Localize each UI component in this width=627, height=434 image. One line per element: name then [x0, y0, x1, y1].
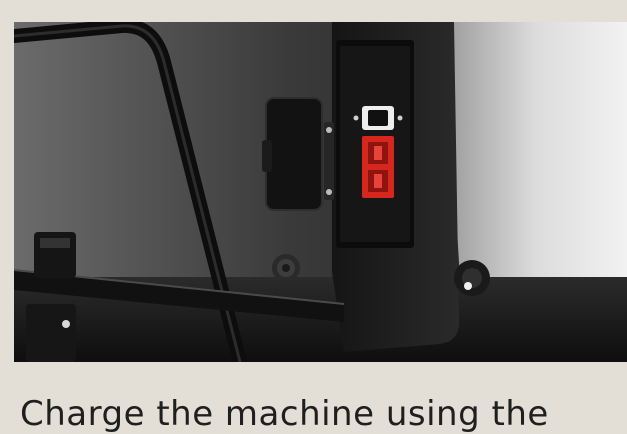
round-port-icon — [454, 260, 490, 296]
red-connector-icon — [362, 136, 394, 198]
machine-side-illustration — [14, 22, 627, 362]
instruction-slide: Charge the machine using the — [0, 0, 627, 434]
knob-icon — [272, 254, 300, 282]
charging-port-photo — [14, 22, 627, 362]
instruction-caption: Charge the machine using the — [20, 394, 549, 434]
